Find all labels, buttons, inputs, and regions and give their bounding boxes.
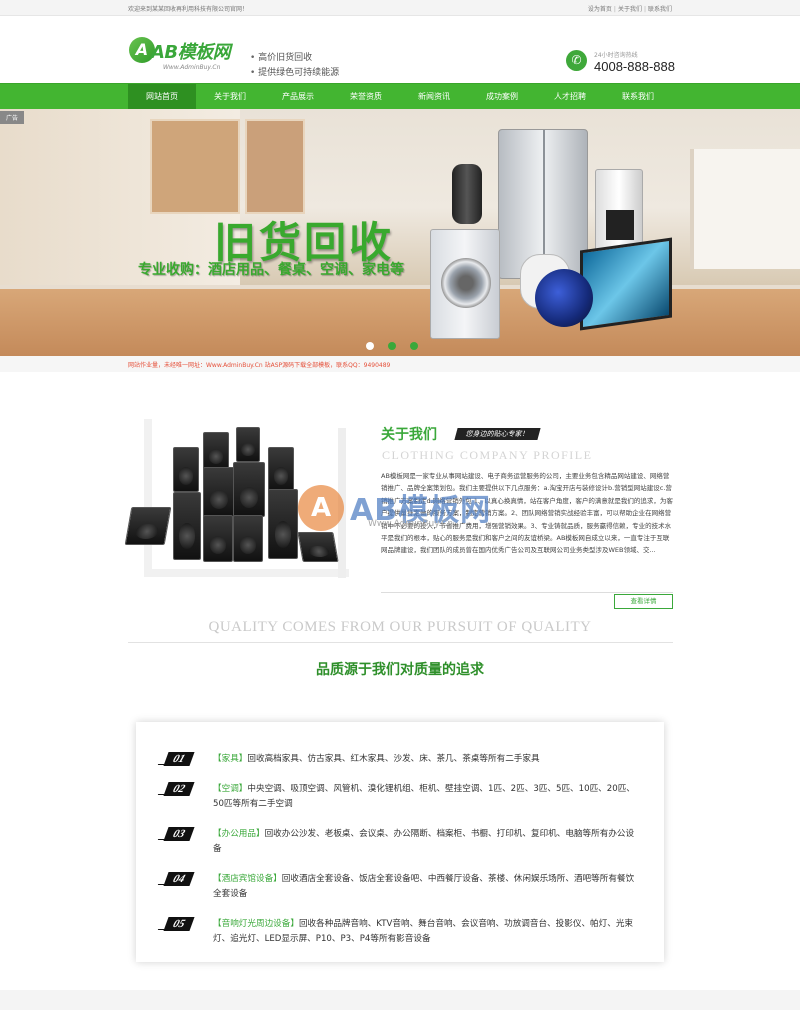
phone-icon: ✆ bbox=[566, 50, 587, 71]
hotline-number: 4008-888-888 bbox=[594, 59, 675, 74]
hotline: ✆ 24小时咨询热线 4008-888-888 bbox=[566, 50, 676, 80]
about-divider bbox=[381, 592, 673, 593]
top-links: 设为首页 | 关于我们 | 联系我们 bbox=[587, 6, 672, 13]
quality-list: 01 【家具】回收高档家具、仿古家具、红木家具、沙发、床、茶几、茶桌等所有二手家… bbox=[136, 722, 664, 962]
slogans: 高价旧货回收 提供绿色可持续能源 bbox=[250, 51, 339, 81]
item-text: 中央空调、吸顶空调、风管机、溴化锂机组、柜机、壁挂空调、1匹、2匹、3匹、5匹、… bbox=[213, 784, 635, 809]
washing-machine-image bbox=[430, 229, 500, 339]
site-logo[interactable]: A AB模板网 Www.AdminBuy.Cn bbox=[129, 36, 234, 76]
main-nav: 网站首页 关于我们 产品展示 荣誉资质 新闻资讯 成功案例 人才招聘 联系我们 bbox=[0, 83, 800, 109]
slide-dot[interactable] bbox=[410, 342, 418, 350]
view-details-button[interactable]: 查看详情 bbox=[614, 594, 673, 609]
nav-item-home[interactable]: 网站首页 bbox=[128, 84, 196, 109]
about-badge: 您身边的贴心专家！ bbox=[454, 428, 541, 440]
quality-divider bbox=[128, 642, 673, 643]
welcome-text: 欢迎来到某某回收再利用科技有限公司官网！ bbox=[128, 6, 249, 13]
item-category: 【空调】 bbox=[213, 784, 248, 794]
nav-item-jobs[interactable]: 人才招聘 bbox=[536, 84, 604, 109]
kitchen-window bbox=[690, 149, 800, 269]
about-profile-en: CLOTHING COMPANY PROFILE bbox=[382, 448, 593, 462]
quality-title-cn: 品质源于我们对质量的追求 bbox=[316, 662, 484, 678]
banner-subtitle: 专业收购：酒店用品、餐桌、空调、家电等 bbox=[138, 262, 404, 278]
item-number: 01 bbox=[163, 752, 195, 766]
about-section: 关于我们 您身边的贴心专家！ CLOTHING COMPANY PROFILE … bbox=[0, 372, 800, 612]
slide-dots bbox=[366, 342, 418, 350]
slide-dot[interactable] bbox=[366, 342, 374, 350]
item-text: 回收高档家具、仿古家具、红木家具、沙发、床、茶几、茶桌等所有二手家具 bbox=[247, 754, 540, 764]
link-set-homepage[interactable]: 设为首页 bbox=[588, 6, 612, 13]
logo-url: Www.AdminBuy.Cn bbox=[163, 64, 221, 71]
kitchen-cabinet bbox=[150, 119, 240, 214]
item-category: 【办公用品】 bbox=[213, 829, 265, 839]
link-contact-us[interactable]: 联系我们 bbox=[648, 6, 672, 13]
tv-image bbox=[580, 237, 672, 331]
slogan-2: 提供绿色可持续能源 bbox=[250, 66, 339, 81]
header: A AB模板网 Www.AdminBuy.Cn 高价旧货回收 提供绿色可持续能源… bbox=[0, 16, 800, 83]
kitchen-cabinet bbox=[245, 119, 305, 214]
item-number: 03 bbox=[163, 827, 195, 841]
quality-section: QUALITY COMES FROM OUR PURSUIT OF QUALIT… bbox=[0, 612, 800, 972]
speakers-image bbox=[124, 427, 339, 562]
hotline-label: 24小时咨询热线 bbox=[594, 52, 638, 59]
image-frame bbox=[338, 428, 346, 578]
item-category: 【家具】 bbox=[213, 754, 248, 764]
appliances-image bbox=[430, 129, 675, 339]
nav-item-about[interactable]: 关于我们 bbox=[196, 84, 264, 109]
footer-strip bbox=[0, 990, 800, 1010]
slide-dot[interactable] bbox=[388, 342, 396, 350]
item-text: 回收办公沙发、老板桌、会议桌、办公隔断、档案柜、书橱、打印机、复印机、电脑等所有… bbox=[213, 829, 635, 854]
item-number: 02 bbox=[163, 782, 195, 796]
link-about-us[interactable]: 关于我们 bbox=[618, 6, 642, 13]
notice-bar: 网站作业量，未经唯一网址：Www.AdminBuy.Cn 站ASP源码下载全部模… bbox=[0, 356, 800, 372]
item-number: 04 bbox=[163, 872, 195, 886]
ad-tag: 广告 bbox=[0, 111, 25, 124]
quality-title-en: QUALITY COMES FROM OUR PURSUIT OF QUALIT… bbox=[208, 619, 592, 635]
slogan-1: 高价旧货回收 bbox=[250, 51, 339, 66]
logo-name: AB模板网 bbox=[151, 42, 231, 63]
item-number: 05 bbox=[163, 917, 195, 931]
nav-item-honors[interactable]: 荣誉资质 bbox=[332, 84, 400, 109]
shaver-image bbox=[452, 164, 482, 224]
item-category: 【音响灯光周边设备】 bbox=[213, 919, 299, 929]
speaker-ball-image bbox=[535, 269, 593, 327]
item-category: 【酒店宾馆设备】 bbox=[213, 874, 282, 884]
nav-item-contact[interactable]: 联系我们 bbox=[604, 84, 672, 109]
nav-item-cases[interactable]: 成功案例 bbox=[468, 84, 536, 109]
about-title: 关于我们 bbox=[381, 427, 437, 443]
hero-banner[interactable]: 广告 旧货回收 专业收购：酒店用品、餐桌、空调、家电等 bbox=[0, 109, 800, 356]
top-bar: 欢迎来到某某回收再利用科技有限公司官网！ 设为首页 | 关于我们 | 联系我们 bbox=[0, 0, 800, 16]
nav-item-products[interactable]: 产品展示 bbox=[264, 84, 332, 109]
about-description: AB模板网是一家专业从事网站建设、电子商务运营服务的公司，主要业务包含精品网站建… bbox=[381, 472, 673, 555]
nav-item-news[interactable]: 新闻资讯 bbox=[400, 84, 468, 109]
